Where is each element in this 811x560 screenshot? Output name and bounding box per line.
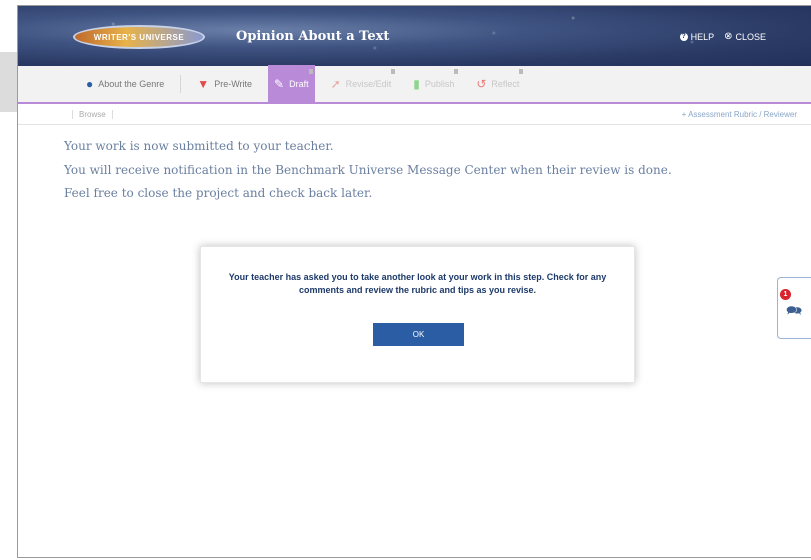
app-header: WRITER'S UNIVERSE Opinion About a Text ?… [18, 6, 811, 66]
step-flag-icon [519, 69, 524, 74]
tab-reflect[interactable]: ↺ Reflect [470, 65, 525, 103]
step-flag-icon [308, 69, 313, 74]
comments-tab[interactable]: 🗪 [777, 277, 811, 339]
chat-icon: 🗪 [786, 303, 803, 318]
app-window: WRITER'S UNIVERSE Opinion About a Text ?… [17, 5, 811, 558]
close-icon: ⊗ [724, 31, 733, 42]
help-link[interactable]: ? HELP [679, 31, 715, 42]
breadcrumb[interactable]: Browse [72, 110, 113, 119]
cursor-icon: ➚ [330, 77, 341, 91]
tab-label: Publish [424, 79, 455, 89]
tab-divider [180, 75, 182, 93]
tab-label: About the Genre [98, 79, 165, 89]
tab-revise-edit[interactable]: ➚ Revise/Edit [325, 65, 398, 103]
assessment-rubric-link[interactable]: + Assessment Rubric / Reviewer [682, 110, 797, 119]
tab-publish[interactable]: ▮ Publish [407, 65, 460, 103]
help-icon: ? [679, 32, 688, 41]
ok-button[interactable]: OK [373, 323, 464, 346]
comment-count-badge: 1 [780, 289, 791, 300]
step-flag-icon [454, 69, 459, 74]
tab-label: Revise/Edit [345, 79, 392, 89]
dialog-message: Your teacher has asked you to take anoth… [228, 272, 607, 295]
notification-message: You will receive notification in the Ben… [64, 163, 672, 177]
logo-text: WRITER'S UNIVERSE [93, 32, 185, 42]
close-link[interactable]: ⊗ CLOSE [724, 31, 766, 42]
pencil-icon: ✎ [274, 77, 285, 91]
info-icon: ● [86, 77, 94, 91]
tab-label: Pre-Write [214, 79, 253, 89]
tab-label: Reflect [491, 79, 520, 89]
header-links: ? HELP ⊗ CLOSE [679, 31, 766, 42]
tab-draft[interactable]: ✎ Draft [268, 65, 315, 103]
tab-about-the-genre[interactable]: ● About the Genre [80, 65, 170, 103]
undo-icon: ↺ [476, 77, 487, 91]
document-icon: ▮ [413, 77, 420, 91]
tab-pre-write[interactable]: ▼ Pre-Write [191, 65, 258, 103]
submitted-message: Your work is now submitted to your teach… [64, 139, 334, 153]
page-title: Opinion About a Text [236, 29, 390, 44]
close-project-message: Feel free to close the project and check… [64, 186, 373, 200]
tab-label: Draft [289, 79, 309, 89]
writers-universe-logo: WRITER'S UNIVERSE [73, 25, 205, 49]
lightbulb-icon: ▼ [197, 77, 210, 91]
revision-request-dialog: Your teacher has asked you to take anoth… [200, 246, 635, 383]
step-flag-icon [391, 69, 396, 74]
help-label: HELP [690, 31, 715, 42]
close-label: CLOSE [735, 31, 766, 42]
sub-toolbar: Browse + Assessment Rubric / Reviewer [18, 106, 811, 125]
step-tabs: ● About the Genre ▼ Pre-Write ✎ Draft ➚ … [18, 65, 811, 104]
